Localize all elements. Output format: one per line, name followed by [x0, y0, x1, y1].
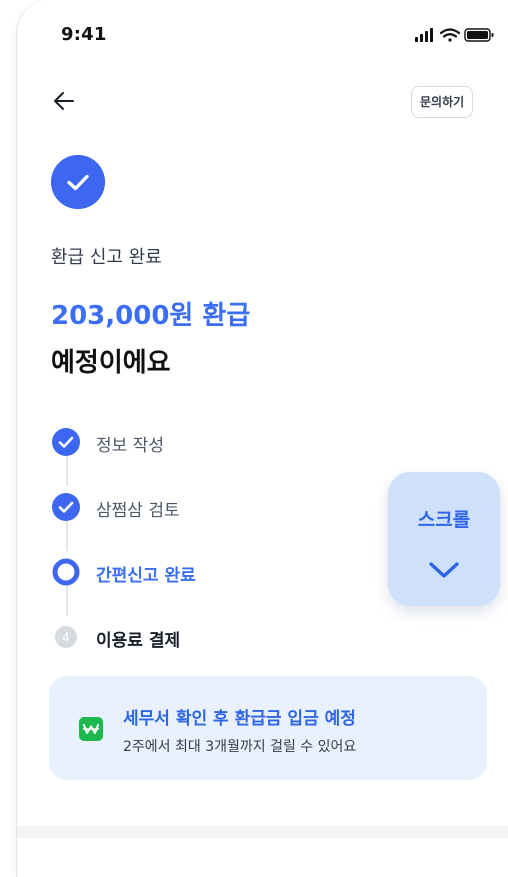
scroll-button-label: 스크롤 [417, 509, 471, 531]
refund-amount: 203,000원 환급 [51, 301, 251, 331]
progress-steps: 정보 작성 삼쩜삼 검토 간편신고 완료 4 이용료 결제 [51, 420, 391, 680]
step-check-icon [52, 493, 80, 521]
success-check-icon [51, 155, 105, 209]
step-number: 4 [62, 631, 70, 645]
result-headline: 예정이에요 [51, 348, 171, 378]
step-label: 정보 작성 [96, 436, 164, 456]
step-item-pending: 4 이용료 결제 [51, 615, 351, 659]
battery-icon [464, 28, 494, 42]
chevron-down-icon [429, 562, 459, 578]
back-arrow-icon[interactable] [49, 86, 79, 116]
step-item-current: 간편신고 완료 [51, 550, 351, 594]
inquiry-button[interactable]: 문의하기 [411, 86, 474, 118]
cellular-signal-icon [415, 28, 433, 42]
won-badge-icon [79, 717, 103, 741]
step-label: 간편신고 완료 [96, 566, 196, 586]
wifi-icon [439, 28, 461, 42]
scroll-down-button[interactable]: 스크롤 [388, 472, 500, 606]
step-check-icon [52, 428, 80, 456]
step-number-badge: 4 [55, 626, 77, 648]
step-label: 이용료 결제 [96, 631, 181, 651]
step-item: 삼쩜삼 검토 [51, 485, 351, 529]
refund-notice-card: 세무서 확인 후 환급금 입금 예정 2주에서 최대 3개월까지 걸릴 수 있어… [49, 676, 487, 780]
top-navigation: 문의하기 [17, 80, 508, 124]
result-subtitle: 환급 신고 완료 [51, 247, 162, 268]
step-current-ring-icon [52, 558, 80, 586]
notice-title: 세무서 확인 후 환급금 입금 예정 [123, 709, 356, 729]
status-time: 9:41 [61, 24, 107, 45]
status-icons [415, 28, 494, 42]
step-item: 정보 작성 [51, 420, 351, 464]
section-divider [17, 826, 508, 838]
status-bar: 9:41 [17, 0, 508, 70]
notice-description: 2주에서 최대 3개월까지 걸릴 수 있어요 [123, 739, 357, 755]
step-label: 삼쩜삼 검토 [96, 501, 180, 521]
phone-screen: 9:41 문의하기 환급 신고 완료 203,000원 환급 예정이에요 정보 … [16, 0, 508, 877]
